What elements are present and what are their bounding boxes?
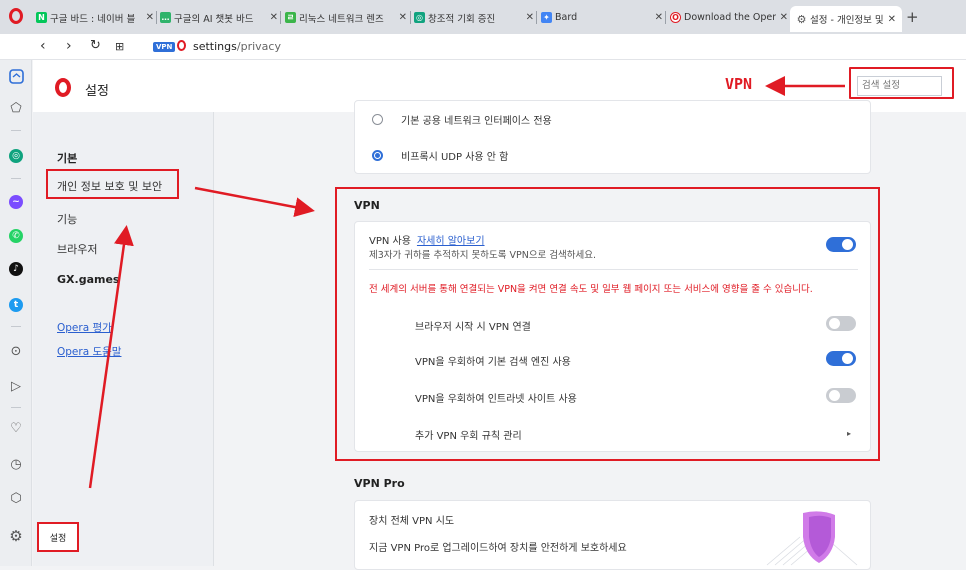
close-icon[interactable]: ✕ [146,12,154,23]
gear-icon: ⚙ [796,12,807,26]
close-icon[interactable]: ✕ [780,12,788,23]
chat-icon: … [160,12,171,23]
chatgpt-sidebar-icon[interactable]: ◎ [8,148,24,164]
radio-label: 기본 공용 네트워크 인터페이스 전용 [401,116,552,127]
tab-title: 구글 바드 : 네이버 블 [50,13,136,25]
new-tab-icon[interactable]: + [906,8,919,26]
reload-icon[interactable]: ↻ [90,38,101,53]
radio-label: 비프록시 UDP 사용 안 함 [401,152,509,163]
vpn-pro-card: 장치 전체 VPN 시도 지금 VPN Pro로 업그레이드하여 장치를 안전하… [354,500,871,570]
bard-icon: ✦ [541,12,552,23]
vpn-pro-section-title: VPN Pro [354,477,405,490]
nav-privacy-security[interactable]: 개인 정보 보호 및 보안 [57,178,162,194]
vpn-pro-shield-illustration [766,511,858,566]
tab-bar: N 구글 바드 : 네이버 블 ✕ … 구글의 AI 챗봇 바드 ✕ ㄹ 리눅스… [0,0,966,34]
messenger-icon[interactable]: ~ [8,194,24,210]
close-icon[interactable]: ✕ [399,12,407,23]
opera-logo-icon [55,78,71,97]
tab-naver-bard[interactable]: N 구글 바드 : 네이버 블 ✕ [36,9,154,26]
tab-title: 설정 - 개인정보 및 보안 [810,15,884,26]
vpn-badge[interactable]: VPN [153,42,176,52]
tab-download-opera[interactable]: O Download the Opera ✕ [670,9,788,26]
close-icon[interactable]: ✕ [270,12,278,23]
nav-features[interactable]: 기능 [57,211,77,227]
tab-ai-chatbot[interactable]: … 구글의 AI 챗봇 바드 ✕ [160,9,278,26]
naver-icon: N [36,12,47,23]
link-opera-help[interactable]: Opera 도움말 [57,344,121,359]
tab-chatgpt[interactable]: ◎ 창조적 기회 증진 ✕ [414,9,534,26]
home-icon[interactable] [8,68,24,84]
tab-settings-privacy[interactable]: ⚙ 설정 - 개인정보 및 보안 ✕ [790,6,902,32]
browser-sidebar: ⬠ ◎ ~ ✆ ♪ t ⊙ ▷ ♡ ◷ ⬡ ⚙ [0,60,32,566]
nav-gx-games[interactable]: GX.games [57,273,119,286]
tab-title: Download the Opera [684,12,776,23]
back-icon[interactable]: ‹ [40,38,46,54]
search-highlight-box [849,67,954,99]
radio-disable-non-proxied-udp[interactable]: 비프록시 UDP 사용 안 함 [372,148,508,163]
speed-dial-icon[interactable]: ⬠ [8,100,24,116]
close-icon[interactable]: ✕ [526,12,534,23]
close-icon[interactable]: ✕ [655,12,663,23]
extensions-cube-icon[interactable]: ⬡ [8,490,24,506]
settings-nav: 기본 개인 정보 보호 및 보안 기능 브라우저 GX.games Opera … [33,112,214,566]
network-card: 기본 공용 네트워크 인터페이스 전용 비프록시 UDP 사용 안 함 [354,100,871,174]
url-field[interactable]: settings/privacy [193,40,281,53]
history-icon[interactable]: ◷ [8,456,24,472]
tab-grid-icon[interactable]: ⊞ [115,40,124,53]
twitter-icon[interactable]: t [8,297,24,313]
address-bar: ‹ › ↻ ⊞ VPN settings/privacy [0,34,966,60]
chatgpt-icon: ◎ [414,12,425,23]
whatsapp-icon[interactable]: ✆ [8,228,24,244]
vpn-pro-line2: 지금 VPN Pro로 업그레이드하여 장치를 안전하게 보호하세요 [369,543,627,554]
url-host: settings [193,40,237,53]
player-icon[interactable]: ⊙ [8,343,24,359]
tab-bard[interactable]: ✦ Bard ✕ [541,9,663,26]
nav-basic[interactable]: 기본 [57,150,77,166]
close-icon[interactable]: ✕ [888,14,896,25]
tab-title: 리눅스 네트워크 렌즈 [299,13,384,25]
opera-page-icon [177,40,186,51]
nav-browser[interactable]: 브라우저 [57,241,97,257]
heart-icon[interactable]: ♡ [8,420,24,436]
url-path: /privacy [236,40,281,53]
search-settings-input[interactable] [857,75,942,96]
tab-title: 창조적 기회 증진 [428,13,496,25]
opera-menu-icon[interactable] [9,8,23,24]
annotation-vpn-label: VPN [725,75,753,93]
page-title: 설정 [85,84,109,99]
tab-title: 구글의 AI 챗봇 바드 [174,13,254,25]
radio-on-icon[interactable] [372,150,383,161]
site-icon: ㄹ [285,12,296,23]
tab-title: Bard [555,12,578,23]
tab-linux-network[interactable]: ㄹ 리눅스 네트워크 렌즈 ✕ [285,9,407,26]
radio-off-icon[interactable] [372,114,383,125]
tiktok-icon[interactable]: ♪ [8,261,24,277]
link-rate-opera[interactable]: Opera 평가 [57,320,112,335]
opera-icon: O [670,12,681,23]
vpn-pro-line1: 장치 전체 VPN 시도 [369,516,455,527]
forward-icon[interactable]: › [66,38,72,54]
settings-gear-icon[interactable]: ⚙ [8,527,24,545]
radio-default-public-interface[interactable]: 기본 공용 네트워크 인터페이스 전용 [372,112,552,127]
settings-tooltip: 설정 [37,522,79,552]
vpn-highlight-box [335,187,880,461]
send-icon[interactable]: ▷ [8,378,24,394]
